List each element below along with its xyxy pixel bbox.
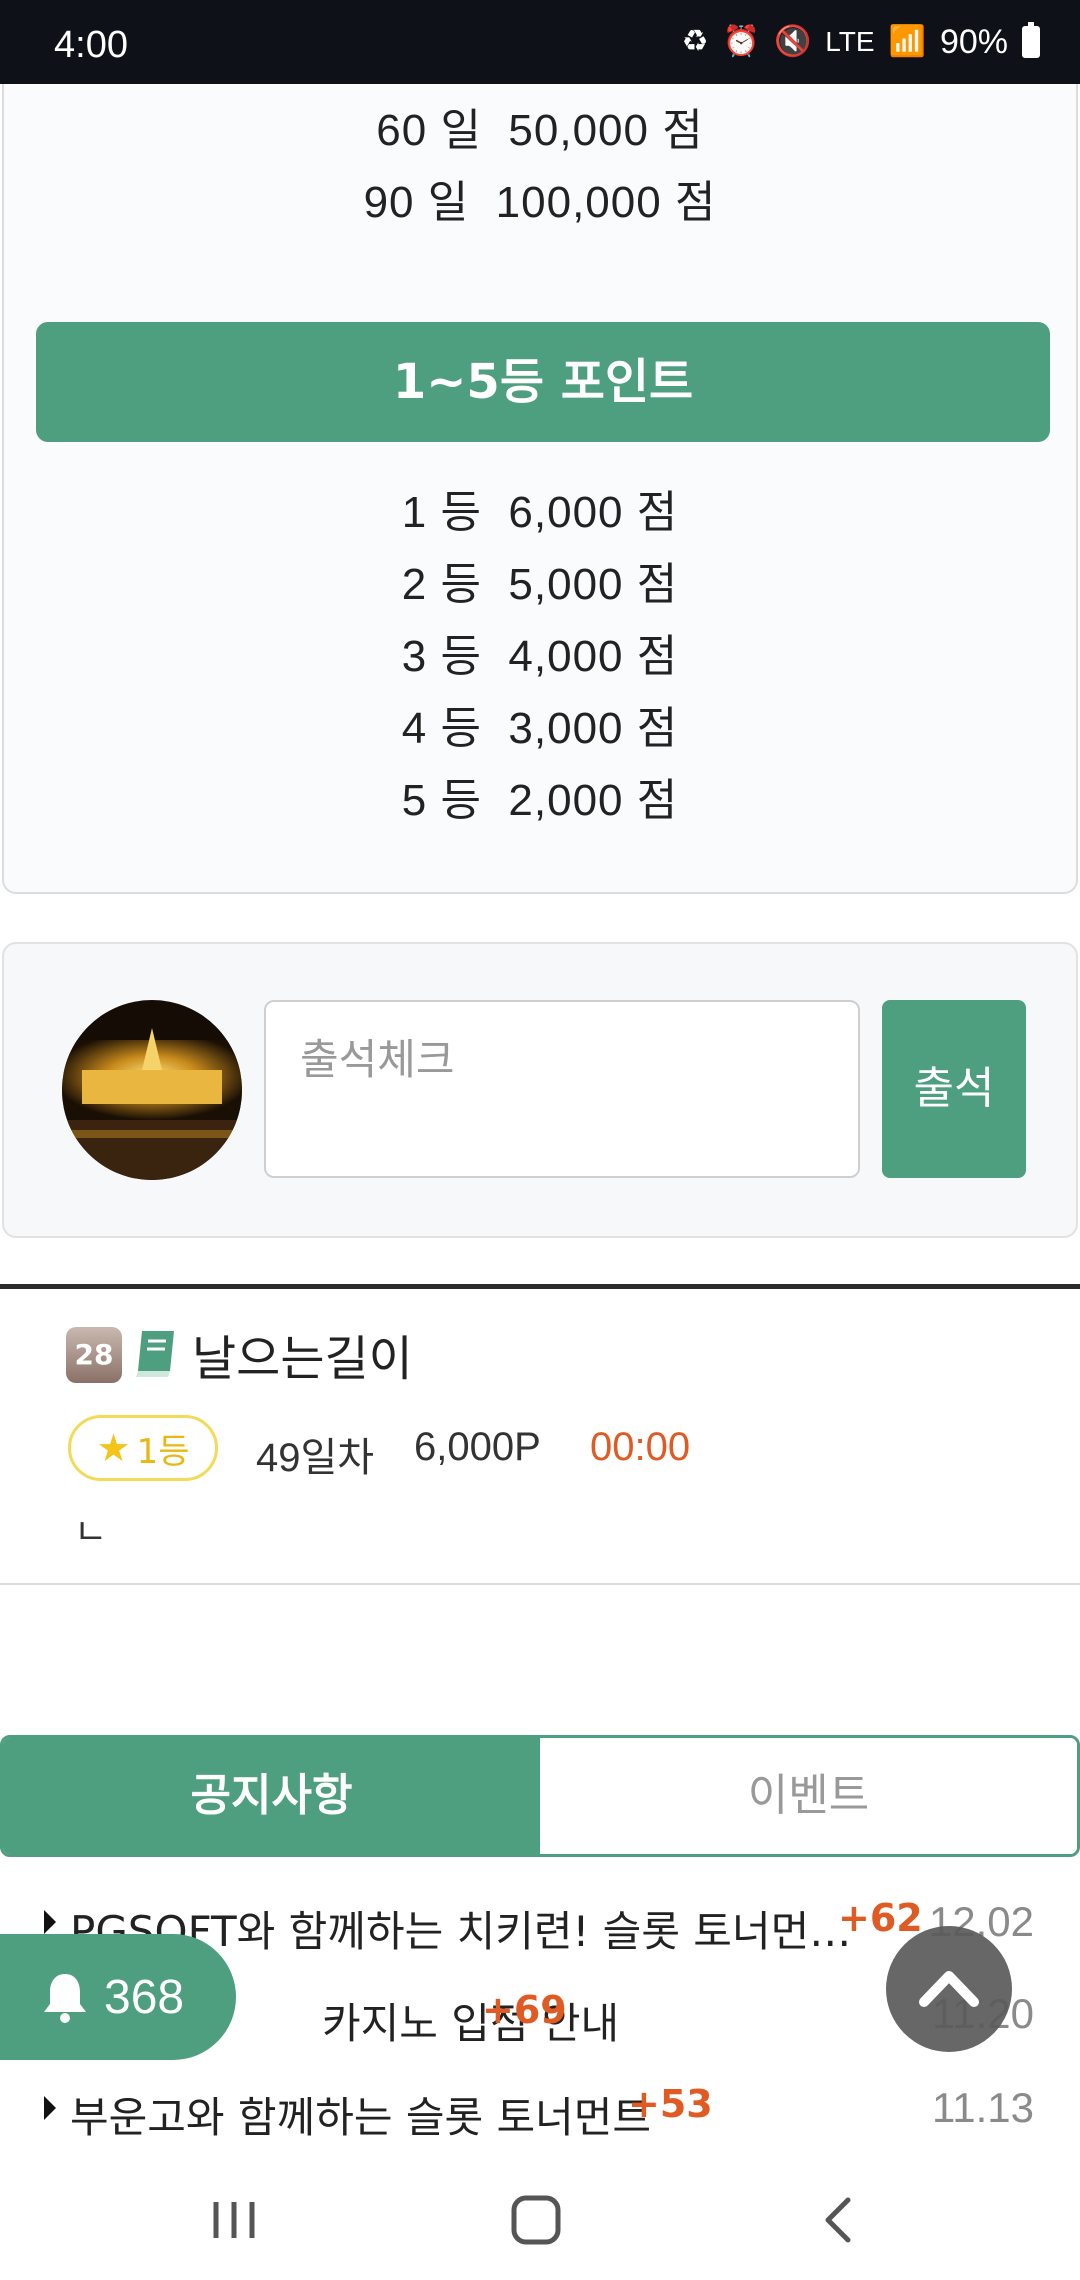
rank-number: 1 등	[401, 488, 482, 537]
rank-points: 5,000 점	[508, 560, 679, 609]
rank-line: 4 등 3,000 점	[4, 692, 1076, 756]
attendance-entry: 28 날으는길이 ★ 1등 49일차 6,000P 00:00 ㄴ	[0, 1289, 1080, 1585]
tab-notice[interactable]: 공지사항	[3, 1738, 540, 1854]
rank-points: 6,000 점	[508, 488, 679, 537]
attendance-day: 49일차	[256, 1436, 375, 1480]
notification-bell-button[interactable]: 368	[0, 1934, 236, 2060]
recents-icon	[213, 2202, 255, 2238]
earned-points: 6,000P	[414, 1425, 541, 1469]
scroll-top-button[interactable]	[886, 1926, 1012, 2052]
rank-number: 5 등	[401, 776, 482, 825]
notice-title[interactable]: 부운고와 함께하는 슬롯 토너먼트	[70, 2084, 651, 2145]
battery-icon	[1022, 22, 1040, 58]
rank-number: 2 등	[401, 560, 482, 609]
home-icon	[511, 2195, 561, 2245]
avatar[interactable]	[62, 1000, 242, 1180]
bullet-icon	[44, 2096, 56, 2120]
avatar-image	[62, 1000, 242, 1180]
recycle-icon: ♻	[681, 25, 709, 58]
rank-points: 2,000 점	[508, 776, 679, 825]
network-label: LTE	[825, 26, 875, 57]
streak-line: 90 일 100,000 점	[4, 166, 1076, 230]
points-info-card: 60 일 50,000 점 90 일 100,000 점 1~5등 포인트 1 …	[2, 84, 1078, 894]
attendance-card: 출석체크 출석	[2, 942, 1078, 1238]
status-icons: ♻ ⏰ 🔇 LTE 📶 90%	[682, 22, 1040, 62]
streak-line: 60 일 50,000 점	[4, 94, 1076, 158]
bell-icon	[44, 1974, 86, 2023]
bullet-icon	[44, 1910, 56, 1934]
mute-icon: 🔇	[773, 25, 812, 58]
notification-count: 368	[104, 1970, 185, 2024]
rank-line: 3 등 4,000 점	[4, 620, 1076, 684]
signal-icon: 📶	[888, 25, 926, 58]
back-icon	[825, 2197, 851, 2243]
home-button[interactable]	[496, 2190, 576, 2250]
book-icon	[134, 1327, 178, 1379]
status-time: 4:00	[54, 24, 128, 66]
username[interactable]: 날으는길이	[192, 1319, 413, 1389]
tab-event[interactable]: 이벤트	[540, 1738, 1077, 1854]
attendance-input[interactable]: 출석체크	[264, 1000, 860, 1178]
rank-label: 1등	[136, 1431, 190, 1472]
board-tabs: 공지사항 이벤트	[0, 1735, 1080, 1857]
rank-line: 5 등 2,000 점	[4, 764, 1076, 828]
rank-badge: ★ 1등	[68, 1415, 218, 1481]
battery-percent: 90%	[939, 22, 1008, 61]
rank-points: 4,000 점	[508, 632, 679, 681]
list-item[interactable]: 부운고와 함께하는 슬롯 토너먼트 +53 11.13	[0, 2076, 1080, 2146]
alarm-icon: ⏰	[722, 25, 760, 58]
star-icon: ★	[96, 1426, 131, 1470]
level-badge: 28	[66, 1327, 122, 1383]
attendance-time: 00:00	[590, 1425, 691, 1469]
streak-points: 100,000 점	[495, 178, 717, 227]
system-nav-bar	[0, 2160, 1080, 2280]
comment-count: +69	[482, 1988, 567, 2032]
streak-days: 60 일	[376, 106, 482, 155]
chevron-up-icon	[919, 1971, 979, 2007]
streak-days: 90 일	[363, 178, 470, 227]
rank-line: 1 등 6,000 점	[4, 476, 1076, 540]
recents-button[interactable]	[194, 2190, 274, 2250]
attendance-submit-button[interactable]: 출석	[882, 1000, 1026, 1178]
notice-title[interactable]: 카지노 입점 안내	[322, 1990, 619, 2051]
entry-comment: ㄴ	[74, 1512, 108, 1553]
notice-date: 11.13	[932, 2084, 1034, 2131]
streak-points: 50,000 점	[508, 106, 704, 155]
rank-line: 2 등 5,000 점	[4, 548, 1076, 612]
rank-points: 3,000 점	[508, 704, 679, 753]
status-bar: 4:00 ♻ ⏰ 🔇 LTE 📶 90%	[0, 0, 1080, 84]
rank-number: 3 등	[401, 632, 482, 681]
rank-points-banner: 1~5등 포인트	[36, 322, 1050, 442]
comment-count: +53	[628, 2082, 713, 2126]
back-button[interactable]	[800, 2190, 880, 2250]
rank-number: 4 등	[401, 704, 482, 753]
